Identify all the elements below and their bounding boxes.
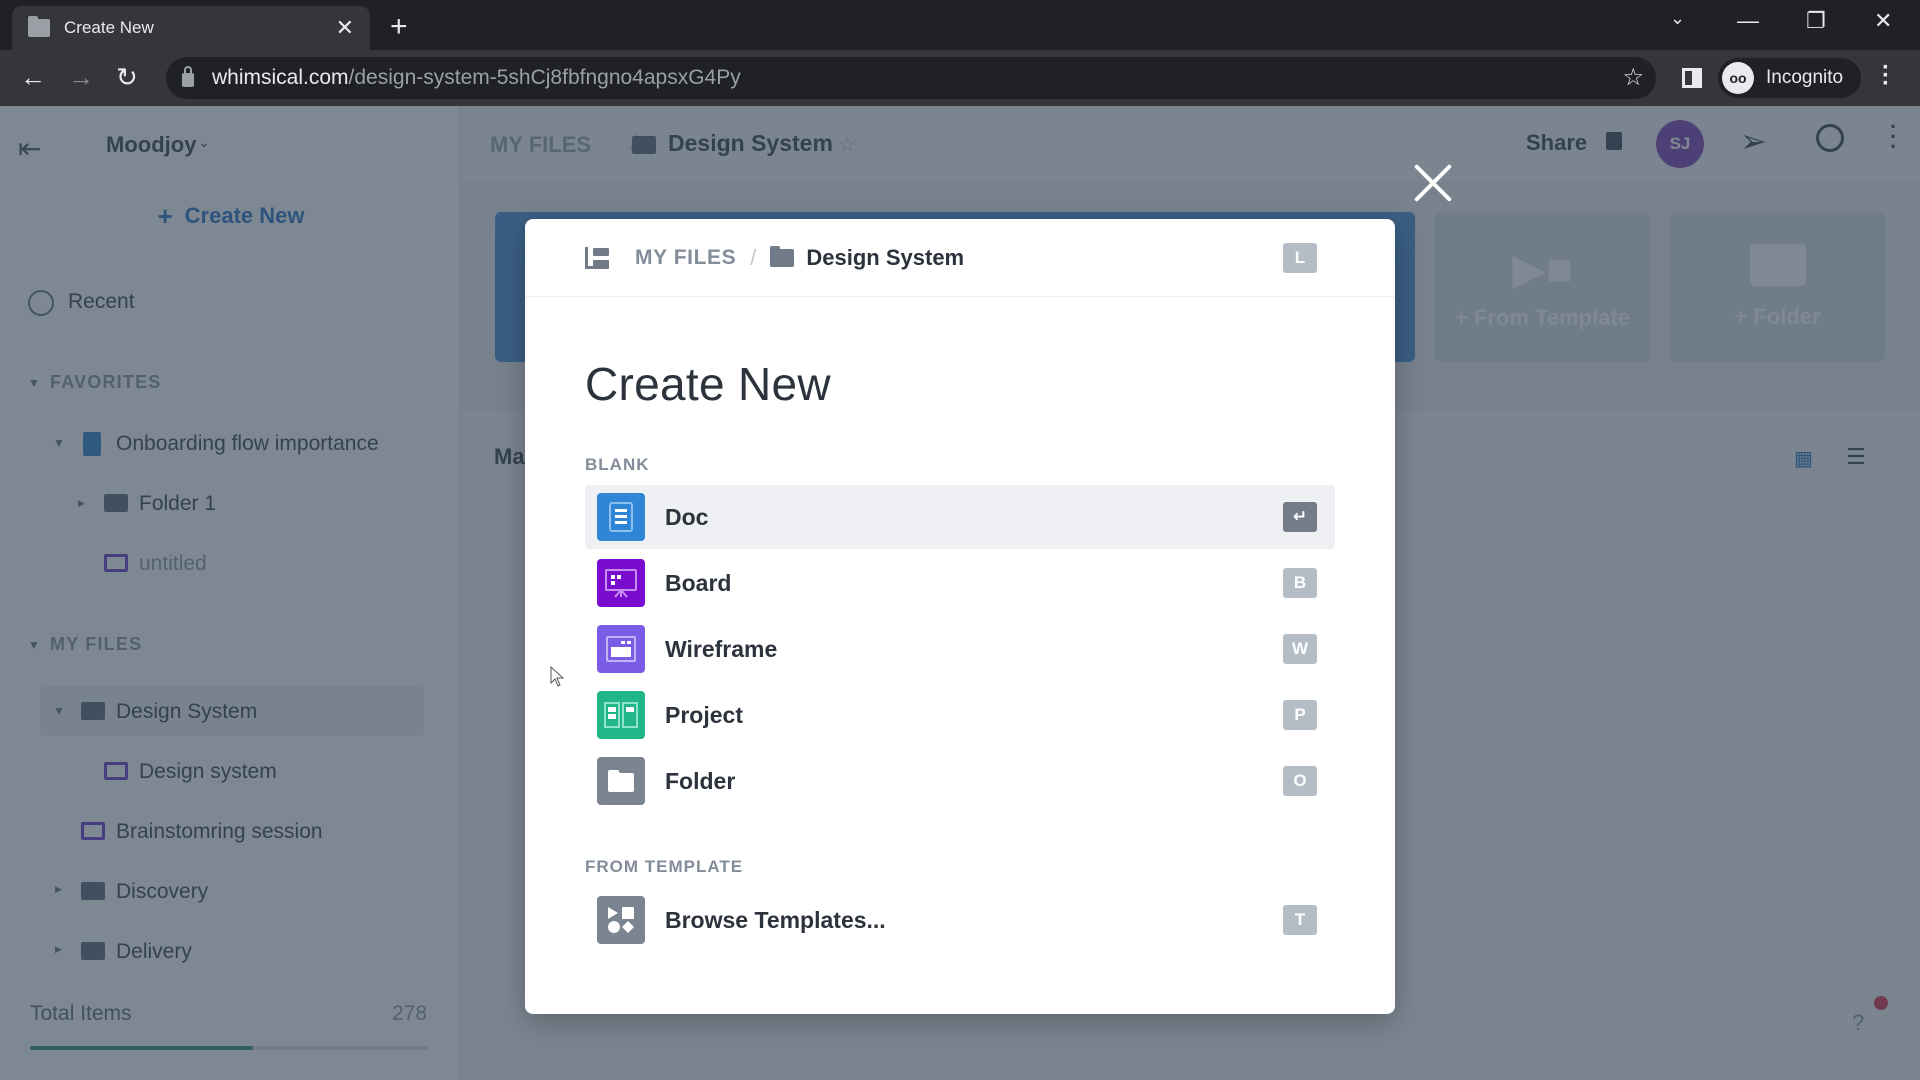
back-button[interactable]: ← [20, 62, 46, 93]
option-label: Doc [665, 503, 709, 530]
option-label: Browse Templates... [665, 906, 886, 933]
option-label: Board [665, 569, 732, 596]
templates-icon [597, 896, 645, 944]
tab-close-icon[interactable]: ✕ [336, 15, 354, 41]
shortcut-key-enter: ↵ [1283, 502, 1317, 532]
side-panel-icon[interactable] [1682, 68, 1702, 88]
tab-search-chevron-icon[interactable]: ⌄ [1670, 8, 1685, 29]
reload-button[interactable]: ↻ [116, 62, 138, 93]
address-bar[interactable]: whimsical.com/design-system-5shCj8fbfngn… [166, 57, 1656, 99]
lock-icon [182, 66, 194, 87]
folder-icon [770, 245, 795, 267]
create-new-modal: MY FILES / Design System L Create New BL… [525, 219, 1395, 1014]
url-path: /design-system-5shCj8fbfngno4apsxG4Py [348, 66, 741, 89]
new-tab-button[interactable]: + [390, 10, 408, 44]
shortcut-key: B [1283, 568, 1317, 598]
url-host: whimsical.com [212, 66, 349, 89]
tree-icon[interactable] [585, 246, 609, 269]
option-board[interactable]: Board B [585, 551, 1335, 615]
modal-breadcrumb-current[interactable]: Design System [806, 245, 964, 271]
restore-button[interactable]: ❐ [1806, 8, 1826, 34]
browser-tab-strip: Create New ✕ + ⌄ — ❐ ✕ [0, 0, 1920, 50]
shortcut-key: P [1283, 700, 1317, 730]
shortcut-key: W [1283, 634, 1317, 664]
tab-title: Create New [64, 18, 154, 37]
board-icon [597, 559, 645, 607]
modal-close-button[interactable] [1410, 160, 1456, 206]
project-icon [597, 691, 645, 739]
option-browse-templates[interactable]: Browse Templates... T [585, 888, 1335, 952]
option-label: Wireframe [665, 635, 778, 662]
shortcut-key: T [1283, 905, 1317, 935]
from-template-section-label: FROM TEMPLATE [585, 857, 744, 876]
browser-toolbar: ← → ↻ whimsical.com/design-system-5shCj8… [0, 50, 1920, 106]
folder-favicon-icon [28, 16, 50, 37]
incognito-icon: oo [1722, 62, 1754, 94]
mouse-cursor-icon [550, 666, 565, 687]
incognito-label: Incognito [1766, 67, 1844, 88]
modal-title: Create New [585, 358, 831, 410]
blank-section-label: BLANK [585, 455, 650, 474]
breadcrumb-separator: / [750, 244, 757, 270]
option-label: Folder [665, 767, 736, 794]
modal-breadcrumb-root[interactable]: MY FILES [635, 246, 736, 270]
location-shortcut-key: L [1283, 243, 1317, 273]
minimize-button[interactable]: — [1737, 8, 1759, 34]
modal-breadcrumb-bar: MY FILES / Design System L [525, 219, 1395, 297]
option-wireframe[interactable]: Wireframe W [585, 617, 1335, 681]
bookmark-star-icon[interactable]: ☆ [1622, 63, 1644, 92]
window-close-button[interactable]: ✕ [1874, 8, 1892, 34]
doc-icon [597, 493, 645, 541]
shortcut-key: O [1283, 766, 1317, 796]
wireframe-icon [597, 625, 645, 673]
option-project[interactable]: Project P [585, 683, 1335, 747]
option-doc[interactable]: Doc ↵ [585, 485, 1335, 549]
incognito-badge[interactable]: oo Incognito [1718, 58, 1862, 98]
forward-button[interactable]: → [68, 62, 94, 93]
option-label: Project [665, 701, 743, 728]
browser-menu-icon[interactable]: · · · [1882, 56, 1890, 96]
option-folder[interactable]: Folder O [585, 749, 1335, 813]
folder-icon [597, 757, 645, 805]
browser-tab[interactable]: Create New ✕ [12, 6, 370, 50]
